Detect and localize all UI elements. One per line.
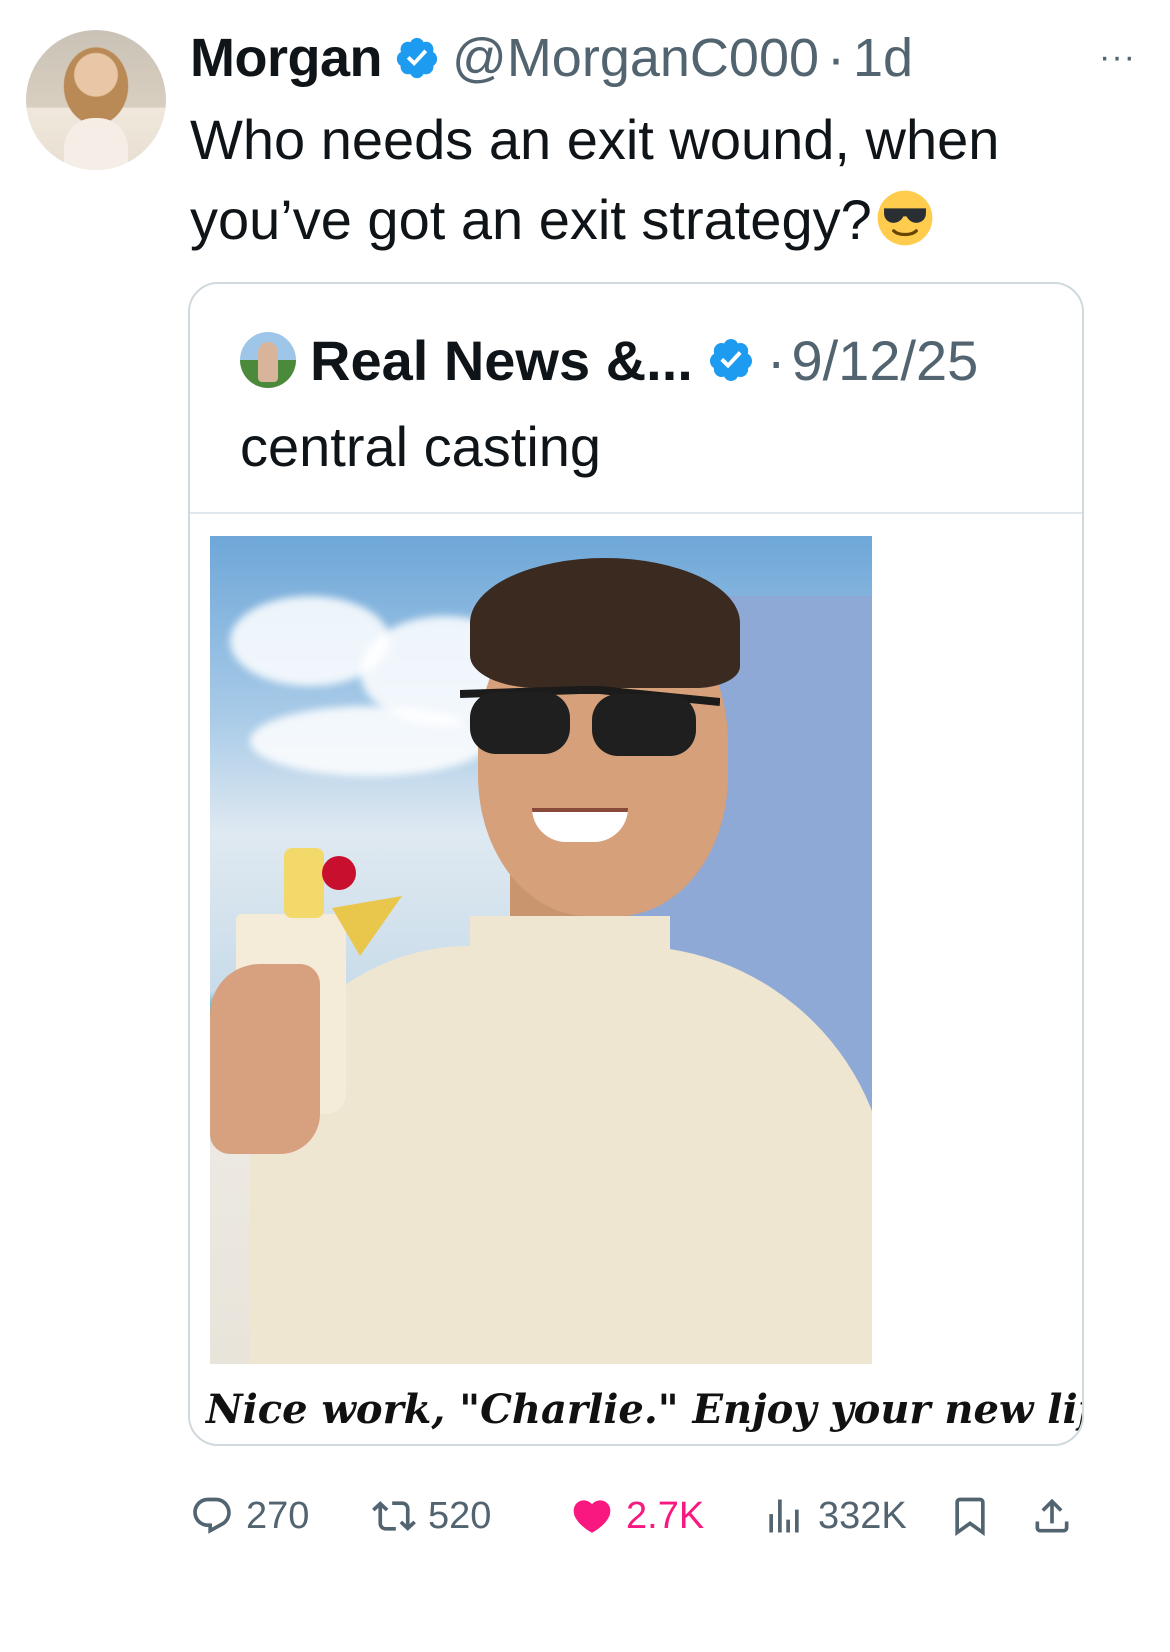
hair [470, 558, 740, 688]
views-button[interactable]: 332K [762, 1480, 907, 1552]
more-options-icon[interactable]: ··· [1099, 38, 1136, 77]
cherry [322, 856, 356, 890]
hand [210, 964, 320, 1154]
drink-garnish [284, 848, 324, 918]
reply-button[interactable]: 270 [190, 1480, 309, 1552]
separator-dot: · [766, 328, 786, 392]
tweet-time[interactable]: 1d [853, 27, 913, 89]
quoted-tweet-card[interactable]: Real News &... · 9/12/25 central casting… [188, 282, 1084, 1446]
collar [470, 916, 670, 1036]
repost-button[interactable]: 520 [372, 1480, 491, 1552]
bookmark-icon [955, 1497, 985, 1537]
action-bar: 270 520 2.7K 332K [190, 1480, 1090, 1552]
quote-date[interactable]: 9/12/25 [791, 328, 978, 393]
tweet-body: Who needs an exit wound, when you’ve got… [190, 100, 1090, 260]
sunglasses-emoji-icon [877, 190, 933, 246]
quote-image[interactable] [210, 536, 872, 1364]
verified-badge-icon [396, 37, 438, 79]
author-avatar[interactable] [26, 30, 166, 170]
share-button[interactable] [1030, 1480, 1074, 1552]
image-caption: Nice work, "Charlie." Enjoy your new lif… [206, 1386, 1084, 1433]
quote-author-name[interactable]: Real News &... [310, 328, 693, 393]
reply-count: 270 [246, 1494, 310, 1537]
share-icon [1035, 1498, 1069, 1533]
quote-text: central casting [240, 415, 602, 478]
cloud [250, 706, 490, 776]
quote-divider [190, 512, 1082, 514]
tweet-header: Morgan @MorganC000 · 1d [190, 26, 913, 90]
quote-author-avatar[interactable] [240, 332, 296, 388]
repost-icon [372, 1501, 416, 1531]
views-count: 332K [818, 1494, 907, 1537]
reply-icon [193, 1497, 231, 1534]
like-button[interactable]: 2.7K [570, 1480, 704, 1552]
like-count: 2.7K [626, 1494, 705, 1537]
heart-icon [573, 1500, 611, 1533]
views-icon [769, 1499, 799, 1533]
author-name[interactable]: Morgan [190, 27, 383, 89]
verified-badge-icon [709, 339, 752, 381]
bookmark-button[interactable] [948, 1480, 992, 1552]
repost-count: 520 [428, 1494, 492, 1537]
separator-dot: · [827, 28, 845, 88]
author-handle[interactable]: @MorganC000 [452, 27, 819, 89]
sunglasses [460, 686, 720, 756]
quote-header: Real News &... · 9/12/25 [240, 328, 978, 392]
